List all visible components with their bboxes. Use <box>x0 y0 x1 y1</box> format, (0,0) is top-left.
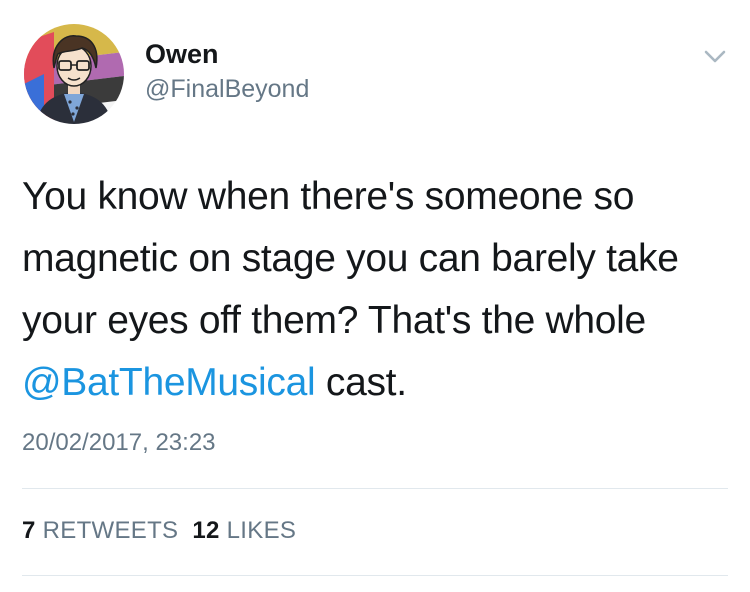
tweet-timestamp[interactable]: 20/02/2017, 23:23 <box>22 428 216 458</box>
likes-label: LIKES <box>226 517 297 544</box>
retweets-stat[interactable]: 7 RETWEETS <box>22 517 178 544</box>
tweet-text-body: You know when there's someone so magneti… <box>22 175 679 342</box>
author-handle[interactable]: @FinalBeyond <box>145 74 309 104</box>
author-display-name[interactable]: Owen <box>145 38 219 70</box>
chevron-down-icon[interactable] <box>700 44 730 68</box>
tweet-detail: Owen @FinalBeyond You know when there's … <box>0 0 750 592</box>
likes-count: 12 <box>192 517 220 544</box>
retweets-count: 7 <box>22 517 36 544</box>
mention-link[interactable]: @BatTheMusical <box>22 361 316 404</box>
likes-stat[interactable]: 12 LIKES <box>192 517 296 544</box>
tweet-text-tail: cast. <box>315 361 407 404</box>
tweet-stats: 7 RETWEETS 12 LIKES <box>22 516 296 546</box>
avatar-illustration <box>24 24 124 124</box>
avatar[interactable] <box>24 24 124 124</box>
divider <box>22 488 728 489</box>
divider <box>22 575 728 576</box>
retweets-label: RETWEETS <box>42 517 179 544</box>
tweet-text: You know when there's someone so magneti… <box>22 166 727 414</box>
